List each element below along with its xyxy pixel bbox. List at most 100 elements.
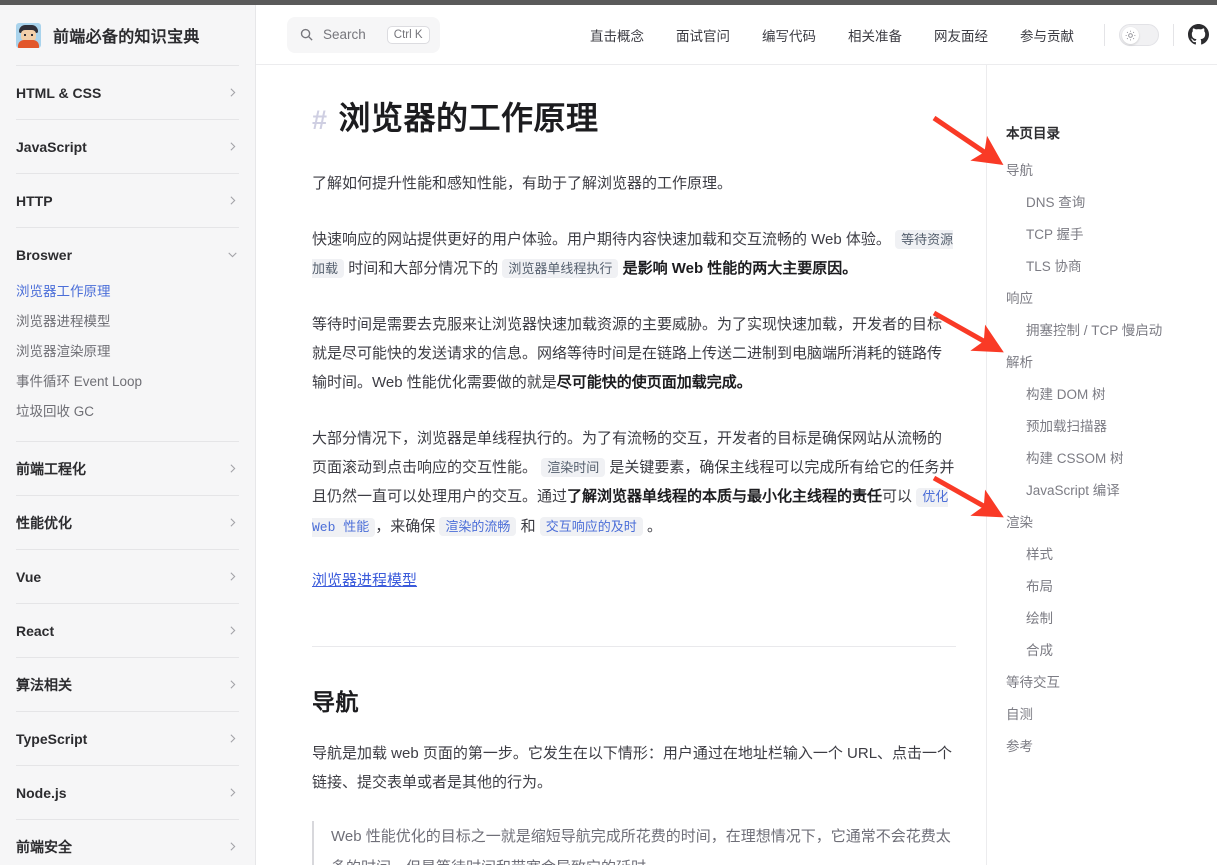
sidebar-item-node-js[interactable]: Node.js — [16, 766, 239, 819]
toc-item-2[interactable]: TCP 握手 — [1006, 219, 1217, 251]
inline-code-6: 交互响应的及时 — [539, 517, 643, 536]
toc-item-11[interactable]: 渲染 — [1006, 507, 1217, 539]
p4-text-3: 可以 — [882, 488, 913, 505]
sidebar-item-label: 前端安全 — [16, 838, 72, 855]
sidebar-group-1: JavaScript — [16, 119, 239, 173]
toc-item-3[interactable]: TLS 协商 — [1006, 251, 1217, 283]
chevron-right-icon — [225, 194, 239, 208]
sidebar-group-4: 前端工程化 — [16, 441, 239, 495]
toc-item-18[interactable]: 参考 — [1006, 731, 1217, 763]
sidebar-item-label: 性能优化 — [16, 514, 72, 531]
p2-bold-1: 是影响 Web 性能的两大主要原因。 — [622, 260, 858, 277]
sidebar-group-9: TypeScript — [16, 711, 239, 765]
header-nav-item-0[interactable]: 直击概念 — [574, 25, 660, 45]
inline-code-3: 渲染时间 — [541, 458, 606, 477]
toc-item-9[interactable]: 构建 CSSOM 树 — [1006, 443, 1217, 475]
sun-icon — [1122, 26, 1139, 44]
toc-list: 导航 DNS 查询 TCP 握手 TLS 协商 响应 拥塞控制 / TCP 慢启动 解析 构建… — [1006, 155, 1217, 763]
toc-item-6[interactable]: 解析 — [1006, 347, 1217, 379]
sidebar-item-[interactable]: 前端工程化 — [16, 442, 239, 495]
toc-item-13[interactable]: 布局 — [1006, 571, 1217, 603]
sidebar-subitems: 浏览器工作原理 浏览器进程模型 浏览器渲染原理 事件循环 Event Loop 垃圾回收… — [16, 277, 239, 441]
sidebar-subitem[interactable]: 事件循环 Event Loop — [16, 367, 239, 397]
chevron-right-icon — [225, 86, 239, 100]
header-nav-item-5[interactable]: 参与贡献 — [1004, 25, 1090, 45]
sidebar-item-label: JavaScript — [16, 138, 87, 155]
sidebar-item-label: Vue — [16, 568, 42, 585]
header-nav-item-3[interactable]: 相关准备 — [832, 25, 918, 45]
search-placeholder: Search — [323, 27, 366, 42]
search-icon — [299, 27, 314, 42]
sidebar: 前端必备的知识宝典 HTML & CSS JavaScript HTTP Broswe… — [0, 5, 256, 865]
sidebar-group-8: 算法相关 — [16, 657, 239, 711]
link-browser-process-model[interactable]: 浏览器进程模型 — [312, 572, 417, 589]
sidebar-item-react[interactable]: React — [16, 604, 239, 657]
toc-item-7[interactable]: 构建 DOM 树 — [1006, 379, 1217, 411]
sidebar-item-label: React — [16, 622, 55, 639]
sidebar-item-typescript[interactable]: TypeScript — [16, 712, 239, 765]
sidebar-item-[interactable]: 性能优化 — [16, 496, 239, 549]
sidebar-item-vue[interactable]: Vue — [16, 550, 239, 603]
paragraph-4: 大部分情况下，浏览器是单线程执行的。为了有流畅的交互，开发者的目标是确保网站从流… — [312, 424, 956, 542]
header-divider-1 — [1104, 23, 1105, 46]
sidebar-group-11: 前端安全 — [16, 819, 239, 865]
table-of-contents: 本页目录 导航 DNS 查询 TCP 握手 TLS 协商 响应 拥塞控制 / TCP 慢启… — [986, 65, 1217, 865]
sidebar-item-label: HTML & CSS — [16, 84, 102, 101]
toc-item-0[interactable]: 导航 — [1006, 155, 1217, 187]
sidebar-item-broswer[interactable]: Broswer — [16, 228, 239, 281]
sidebar-group-5: 性能优化 — [16, 495, 239, 549]
sidebar-item-label: 前端工程化 — [16, 460, 86, 477]
toc-item-15[interactable]: 合成 — [1006, 635, 1217, 667]
toc-item-12[interactable]: 样式 — [1006, 539, 1217, 571]
p2-text-2: 时间和大部分情况下的 — [348, 260, 499, 277]
sidebar-group-6: Vue — [16, 549, 239, 603]
chevron-right-icon — [225, 678, 239, 692]
user-avatar-icon — [16, 22, 41, 48]
chevron-right-icon — [225, 570, 239, 584]
header-nav-item-2[interactable]: 编写代码 — [746, 25, 832, 45]
sidebar-group-2: HTTP — [16, 173, 239, 227]
sidebar-group-3: Broswer 浏览器工作原理 浏览器进程模型 浏览器渲染原理 事件循环 Event L… — [16, 227, 239, 441]
sidebar-item-http[interactable]: HTTP — [16, 174, 239, 227]
sidebar-subitem[interactable]: 浏览器进程模型 — [16, 307, 239, 337]
toc-item-14[interactable]: 绘制 — [1006, 603, 1217, 635]
toc-item-4[interactable]: 响应 — [1006, 283, 1217, 315]
toc-item-10[interactable]: JavaScript 编译 — [1006, 475, 1217, 507]
sidebar-item-[interactable]: 前端安全 — [16, 820, 239, 865]
sidebar-group-0: HTML & CSS — [16, 65, 239, 119]
sidebar-subitem[interactable]: 浏览器渲染原理 — [16, 337, 239, 367]
search-shortcut-badge: Ctrl K — [386, 25, 430, 44]
p3-bold-1: 尽可能快的使页面加载完成。 — [556, 374, 752, 391]
sidebar-item-[interactable]: 算法相关 — [16, 658, 239, 711]
sidebar-item-label: Broswer — [16, 246, 73, 263]
header-nav: 直击概念 面试官问 编写代码 相关准备 网友面经 参与贡献 — [574, 25, 1090, 45]
p4-text-6: 。 — [646, 518, 662, 535]
toc-item-16[interactable]: 等待交互 — [1006, 667, 1217, 699]
page-title-text: 浏览器的工作原理 — [338, 100, 599, 136]
sidebar-subitem[interactable]: 垃圾回收 GC — [16, 397, 239, 427]
sidebar-subitem[interactable]: 浏览器工作原理 — [16, 277, 239, 307]
paragraph-2: 快速响应的网站提供更好的用户体验。用户期待内容快速加载和交互流畅的 Web 体验… — [312, 225, 956, 283]
p4-text-5: 和 — [520, 518, 536, 535]
section-divider — [312, 646, 956, 647]
toc-item-5[interactable]: 拥塞控制 / TCP 慢启动 — [1006, 315, 1217, 347]
paragraph-3: 等待时间是需要去克服来让浏览器快速加载资源的主要威胁。为了实现快速加载，开发者的… — [312, 310, 956, 397]
chevron-right-icon — [225, 462, 239, 476]
p4-bold-1: 了解浏览器单线程的本质与最小化主线程的责任 — [567, 488, 883, 505]
chevron-right-icon — [225, 140, 239, 154]
search-input[interactable]: Search Ctrl K — [287, 16, 440, 53]
theme-toggle[interactable] — [1119, 23, 1159, 46]
chevron-right-icon — [225, 624, 239, 638]
header-nav-item-1[interactable]: 面试官问 — [660, 25, 746, 45]
brand-logo[interactable]: 前端必备的知识宝典 — [0, 5, 255, 65]
toc-item-17[interactable]: 自测 — [1006, 699, 1217, 731]
toc-item-1[interactable]: DNS 查询 — [1006, 187, 1217, 219]
sidebar-nav: HTML & CSS JavaScript HTTP Broswer 浏览器工作原理 浏览… — [0, 65, 255, 865]
toc-item-8[interactable]: 预加载扫描器 — [1006, 411, 1217, 443]
github-icon[interactable] — [1188, 24, 1209, 45]
toc-title: 本页目录 — [1006, 126, 1060, 141]
header-nav-item-4[interactable]: 网友面经 — [918, 25, 1004, 45]
blockquote-note: Web 性能优化的目标之一就是缩短导航完成所花费的时间，在理想情况下，它通常不会… — [312, 821, 956, 865]
sidebar-item-html-css[interactable]: HTML & CSS — [16, 66, 239, 119]
sidebar-item-javascript[interactable]: JavaScript — [16, 120, 239, 173]
